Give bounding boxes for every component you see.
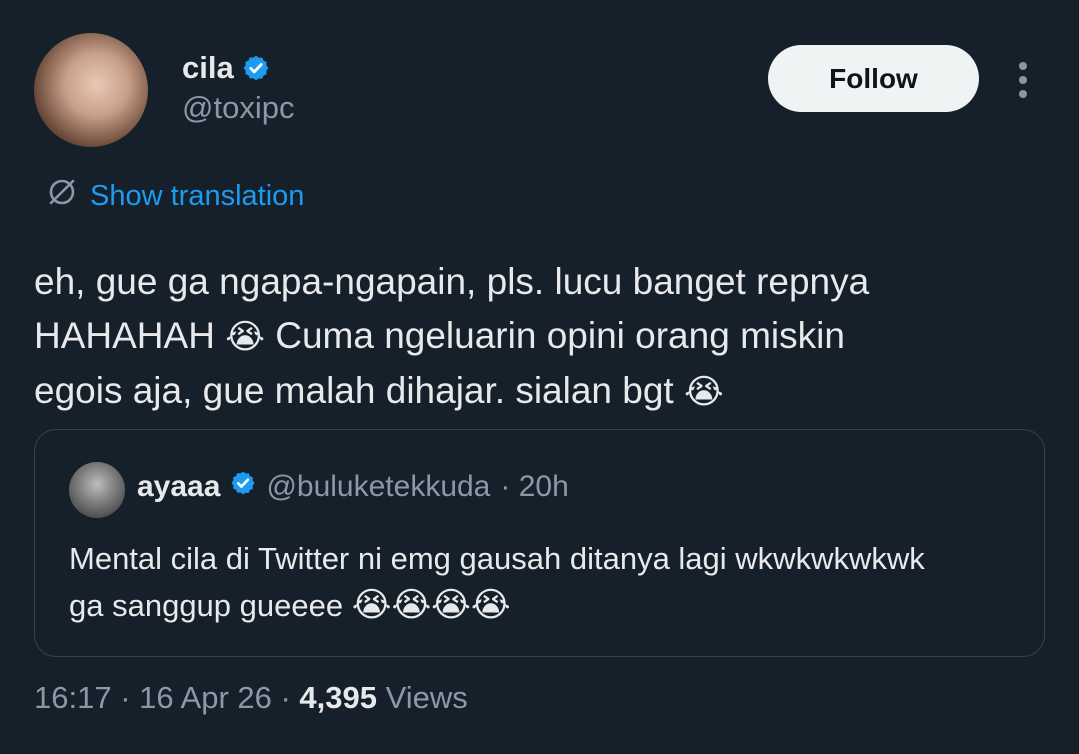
loudly-crying-emoji: 😭 [225, 318, 265, 356]
quoted-tweet[interactable]: ayaaa @buluketekkuda · 20h Mental cila d… [34, 429, 1045, 657]
author-avatar[interactable] [34, 33, 148, 147]
tweet-line: HAHAHAH 😭 Cuma ngeluarin opini orang mis… [34, 315, 845, 356]
quoted-author-handle[interactable]: @buluketekkuda [266, 470, 490, 504]
author-handle[interactable]: @toxipc [182, 90, 294, 126]
quoted-tweet-line: Mental cila di Twitter ni emg gausah dit… [69, 541, 925, 576]
views-count: 4,395 [299, 680, 377, 715]
follow-button[interactable]: Follow [768, 45, 979, 112]
quoted-author-name[interactable]: ayaaa [137, 470, 220, 504]
verified-badge-icon [242, 54, 270, 82]
show-translation-link[interactable]: Show translation [46, 176, 304, 216]
quoted-tweet-header: ayaaa @buluketekkuda · 20h [137, 470, 569, 504]
author-name[interactable]: cila [182, 50, 234, 86]
more-options-icon[interactable] [1006, 58, 1040, 102]
loudly-crying-emojis: 😭😭😭😭 [351, 586, 511, 624]
quoted-author-avatar[interactable] [69, 462, 125, 518]
tweet-meta: 16:17 · 16 Apr 26 · 4,395 Views [34, 680, 468, 715]
author-name-row[interactable]: cila [182, 50, 270, 86]
verified-badge-icon [230, 470, 256, 504]
quoted-tweet-line: ga sanggup gueeee 😭😭😭😭 [69, 586, 511, 624]
tweet-line: egois aja, gue malah dihajar. sialan bgt… [34, 370, 724, 411]
quoted-tweet-text: Mental cila di Twitter ni emg gausah dit… [69, 536, 1019, 629]
tweet-text: eh, gue ga ngapa-ngapain, pls. lucu bang… [34, 255, 1044, 419]
views-label: Views [377, 680, 468, 715]
show-translation-label[interactable]: Show translation [90, 180, 304, 213]
tweet-line: eh, gue ga ngapa-ngapain, pls. lucu bang… [34, 261, 870, 302]
translate-icon [46, 176, 78, 216]
tweet-time[interactable]: 16:17 [34, 680, 112, 715]
loudly-crying-emoji: 😭 [684, 373, 724, 411]
tweet-date[interactable]: 16 Apr 26 [139, 680, 272, 715]
quoted-tweet-time[interactable]: · 20h [500, 470, 568, 504]
